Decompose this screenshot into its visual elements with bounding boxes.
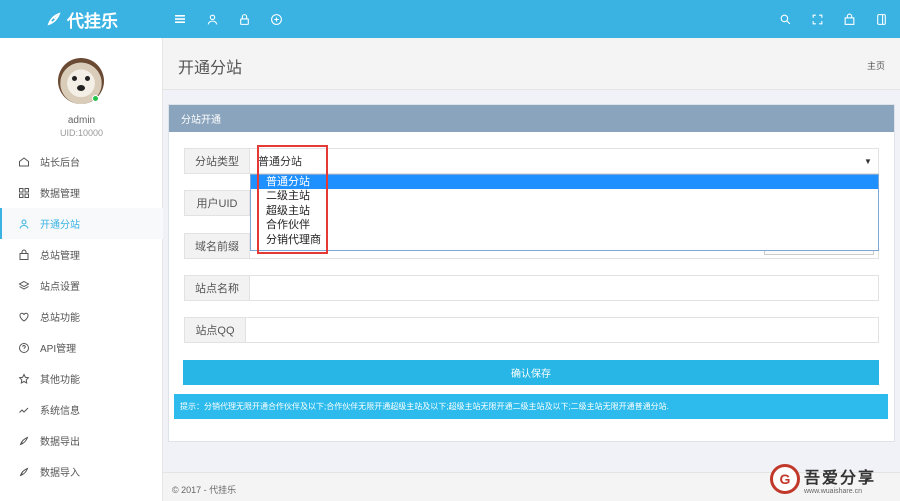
user-name: admin: [67, 115, 96, 126]
dropdown-option[interactable]: 二级主站: [251, 189, 878, 203]
sidebar-item-label: 数据管理: [40, 189, 80, 200]
sidebar-item-dashboard[interactable]: 站长后台: [0, 146, 163, 177]
type-dropdown-list: 普通分站 二级主站 超级主站 合作伙伴 分销代理商: [250, 174, 879, 251]
dropdown-option[interactable]: 分销代理商: [251, 233, 878, 247]
brand-logo[interactable]: 代挂乐: [0, 0, 163, 38]
site-qq-row: 站点QQ: [184, 317, 879, 343]
sidebar-item-label: 系统信息: [40, 406, 80, 417]
watermark: G 吾爱分享 www.wuaishare.cn: [770, 460, 895, 498]
user-icon: [19, 219, 29, 229]
watermark-logo-icon: G: [770, 464, 800, 494]
caret-down-icon: ▼: [864, 156, 872, 166]
user-icon[interactable]: [203, 10, 221, 28]
avatar-eye: [85, 76, 90, 81]
fullscreen-icon[interactable]: [808, 10, 826, 28]
dropdown-option[interactable]: 合作伙伴: [251, 218, 878, 232]
sidebar-item-label: 其他功能: [40, 375, 80, 386]
sidebar-item-system-info[interactable]: 系统信息: [0, 394, 163, 425]
home-icon: [19, 156, 29, 166]
sidebar-item-other[interactable]: 其他功能: [0, 363, 163, 394]
sidebar-item-import[interactable]: 数据导入: [0, 456, 163, 487]
rocket-icon: [47, 12, 61, 26]
copyright: © 2017 - 代挂乐: [172, 485, 237, 495]
sidebar-menu: 站长后台 数据管理 开通分站 总站管理 站点设置 总站功能 API管理 其他功能…: [0, 146, 163, 487]
save-button[interactable]: 确认保存: [183, 360, 879, 385]
watermark-title: 吾爱分享: [804, 467, 877, 487]
site-qq-input[interactable]: [246, 317, 879, 343]
sidebar-item-export[interactable]: 数据导出: [0, 425, 163, 456]
lock-icon[interactable]: [235, 10, 253, 28]
heart-icon: [19, 312, 29, 322]
watermark-url: www.wuaishare.cn: [804, 487, 862, 495]
layers-icon: [18, 280, 30, 290]
chart-icon: [19, 407, 29, 413]
user-uid: UID:10000: [59, 128, 104, 138]
avatar-eye: [72, 76, 77, 81]
plus-circle-icon[interactable]: [267, 10, 285, 28]
sidebar-item-site-settings[interactable]: 站点设置: [0, 270, 163, 301]
domain-label: 域名前缀: [184, 233, 250, 259]
sidebar-item-label: 开通分站: [40, 220, 80, 231]
panel-icon[interactable]: [872, 10, 890, 28]
top-navbar: 代挂乐: [0, 0, 900, 38]
rocket-icon: [19, 467, 29, 476]
breadcrumb-home[interactable]: 主页: [867, 59, 885, 72]
sidebar-item-api[interactable]: API管理: [0, 332, 163, 363]
sidebar-item-label: 站长后台: [40, 158, 80, 169]
menu-icon[interactable]: [171, 10, 189, 28]
brand-name: 代挂乐: [67, 11, 118, 31]
online-status-dot: [92, 95, 99, 102]
star-icon: [18, 372, 30, 384]
page-header: 开通分站 主页: [163, 38, 900, 90]
uid-label: 用户UID: [184, 190, 250, 216]
page-title: 开通分站: [178, 60, 243, 77]
bag-icon: [19, 249, 29, 260]
dropdown-option[interactable]: 普通分站: [251, 175, 878, 190]
sidebar-item-data[interactable]: 数据管理: [0, 177, 163, 208]
site-qq-label: 站点QQ: [184, 317, 246, 343]
dropdown-option[interactable]: 超级主站: [251, 204, 878, 218]
sidebar-item-label: 数据导出: [40, 437, 80, 448]
sidebar-item-main-station[interactable]: 总站管理: [0, 239, 163, 270]
site-name-row: 站点名称: [184, 275, 879, 301]
type-label: 分站类型: [184, 148, 250, 174]
sidebar-item-label: API管理: [40, 344, 77, 355]
question-icon: [19, 342, 29, 353]
sidebar-item-open-substation[interactable]: 开通分站: [0, 208, 163, 239]
sidebar-item-label: 站点设置: [40, 282, 80, 293]
sidebar-item-label: 总站功能: [40, 313, 80, 324]
tip-banner: 提示：分销代理无限开通合作伙伴及以下;合作伙伴无限开通超级主站及以下;超级主站无…: [174, 394, 888, 419]
rocket-icon: [19, 436, 29, 445]
bag-icon[interactable]: [840, 10, 858, 28]
sidebar-item-label: 数据导入: [40, 468, 80, 479]
search-icon[interactable]: [776, 10, 794, 28]
sidebar: admin UID:10000 站长后台 数据管理 开通分站 总站管理 站点设置…: [0, 38, 163, 501]
avatar-nose: [77, 85, 85, 91]
type-select[interactable]: 普通分站 ▼: [250, 148, 879, 174]
grid-icon: [19, 187, 29, 198]
sidebar-item-label: 总站管理: [40, 251, 80, 262]
site-name-label: 站点名称: [184, 275, 250, 301]
site-name-input[interactable]: [250, 275, 879, 301]
sidebar-item-main-functions[interactable]: 总站功能: [0, 301, 163, 332]
type-row: 分站类型 普通分站 ▼: [184, 148, 879, 174]
type-select-value: 普通分站: [258, 156, 302, 168]
panel-title: 分站开通: [169, 105, 894, 132]
